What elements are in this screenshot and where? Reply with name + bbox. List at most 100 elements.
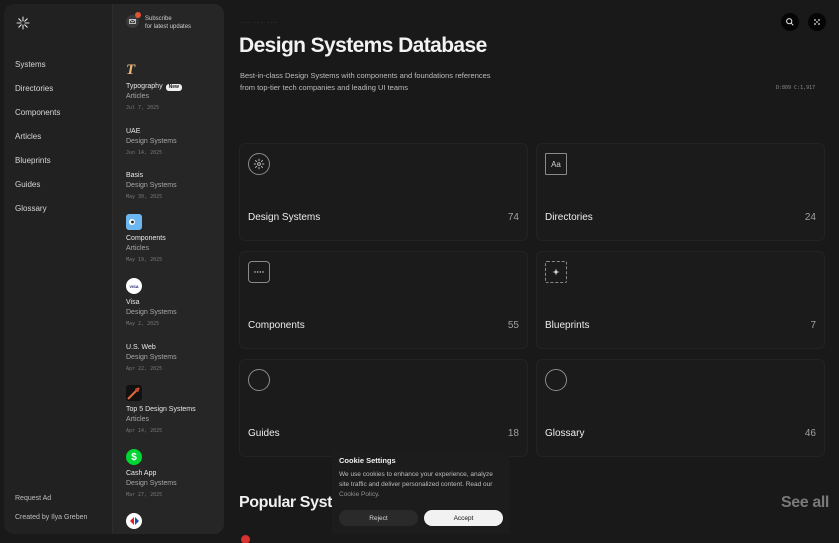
feed-date: Apr 14, 2025 [126,428,163,434]
feed-item-uae[interactable]: UAE Design Systems Jun 14, 2025 [126,127,221,159]
sparkle-icon [545,261,567,283]
subscribe-button[interactable]: Subscribe for latest updates [126,12,191,31]
page-title: Design Systems Database [239,34,487,57]
card-guides[interactable]: Guides 18 [239,359,528,457]
dots-icon [248,261,270,283]
sidebar: Systems Directories Components Articles … [4,4,224,534]
components-icon [126,214,142,230]
subscribe-line2: for latest updates [145,24,192,30]
card-count: 7 [810,320,816,331]
card-directories[interactable]: Aa Directories 24 [536,143,825,241]
card-title: Guides [248,428,280,439]
accept-button[interactable]: Accept [424,510,503,526]
feed-item-cashapp[interactable]: $ Cash App Design Systems Mar 27, 2025 [126,449,221,501]
card-components[interactable]: Components 55 [239,251,528,349]
nav-item-blueprints[interactable]: Blueprints [15,156,51,165]
circle-icon [545,369,567,391]
subscribe-text: Subscribe for latest updates [145,15,191,31]
feed-item-visa[interactable]: VISA Visa Design Systems May 2, 2025 [126,278,221,330]
card-count: 18 [507,428,519,439]
nav-item-glossary[interactable]: Glossary [15,204,47,213]
page-description: Best-in-class Design Systems with compon… [240,71,491,92]
nav-item-directories[interactable]: Directories [15,84,53,93]
card-title: Design Systems [248,212,321,223]
cookie-title: Cookie Settings [339,456,396,465]
new-badge: New [165,83,182,91]
mail-icon [126,12,141,28]
search-icon [786,18,794,26]
feed-title: UAE [126,128,141,135]
feed-title: Visa [126,299,140,306]
card-title: Blueprints [545,320,590,331]
visa-logo-icon: VISA [126,278,142,294]
feed-item-usweb[interactable]: U.S. Web Design Systems Apr 22, 2025 [126,343,221,375]
menu-button[interactable] [808,13,826,31]
nav-column: Systems Directories Components Articles … [4,4,112,534]
cashapp-logo-icon: $ [126,449,142,465]
carrefour-logo-icon [126,513,142,529]
popular-row-preview [240,534,340,543]
feed-title-text: Typography [126,83,163,90]
overline: --- --- --- [240,20,278,25]
card-title: Components [248,320,305,331]
card-blueprints[interactable]: Blueprints 7 [536,251,825,349]
card-design-systems[interactable]: Design Systems 74 [239,143,528,241]
stats-readout: D:809 C:1,917 [776,85,816,91]
reject-button[interactable]: Reject [339,510,418,526]
updates-feed: Subscribe for latest updates T Typograph… [112,4,224,534]
feed-title: Components [126,235,166,242]
sun-icon [248,153,270,175]
feed-category: Design Systems [126,480,177,487]
brand-logo-icon [241,535,250,543]
subscribe-line1: Subscribe [145,16,172,22]
feed-date: May 2, 2025 [126,321,160,327]
search-button[interactable] [781,13,799,31]
card-title: Glossary [545,428,585,439]
feed-title: Basis [126,172,144,179]
card-count: 55 [507,320,519,331]
feed-category: Articles [126,93,149,100]
cookie-banner: Cookie Settings We use cookies to enhanc… [332,450,510,534]
nav-item-systems[interactable]: Systems [15,60,46,69]
feed-category: Design Systems [126,138,177,145]
feed-category: Articles [126,245,149,252]
feed-date: May 30, 2025 [126,194,163,200]
feed-title: Typography New [126,82,221,92]
cookie-policy-link[interactable]: Cookie Policy [339,491,378,498]
card-title: Directories [545,212,593,223]
card-count: 24 [804,212,816,223]
feed-title: U.S. Web [126,344,156,351]
nav-item-components[interactable]: Components [15,108,60,117]
grid-icon [814,19,820,25]
feed-title: Cash App [126,470,157,477]
typography-icon: T [126,61,136,78]
feed-item-partial[interactable] [126,513,221,533]
cookie-suffix: . [377,491,380,498]
feed-title: Top 5 Design Systems [126,406,196,413]
feed-item-typography[interactable]: T Typography New Articles Jul 7, 2025 [126,62,221,114]
feed-date: Mar 27, 2025 [126,492,163,498]
page: Systems Directories Components Articles … [0,0,839,543]
feed-item-top5[interactable]: Top 5 Design Systems Articles Apr 14, 20… [126,385,221,437]
feed-category: Design Systems [126,309,177,316]
nav-item-guides[interactable]: Guides [15,180,40,189]
feed-date: Jul 7, 2025 [126,105,160,111]
author-credit-link[interactable]: Created by Ilya Greben [15,514,87,521]
cookie-body: We use cookies to enhance your experienc… [339,471,493,488]
cookie-actions: Reject Accept [339,510,503,526]
cookie-text: We use cookies to enhance your experienc… [339,470,503,500]
top5-thumbnail-icon [126,385,142,401]
card-glossary[interactable]: Glossary 46 [536,359,825,457]
notification-dot [135,12,141,18]
nav-item-articles[interactable]: Articles [15,132,41,141]
request-ad-link[interactable]: Request Ad [15,495,51,502]
feed-category: Articles [126,416,149,423]
feed-category: Design Systems [126,354,177,361]
feed-date: Jun 14, 2025 [126,150,163,156]
see-all-link[interactable]: See all [781,494,829,512]
typeface-icon: Aa [545,153,567,175]
feed-item-basis[interactable]: Basis Design Systems May 30, 2025 [126,171,221,203]
feed-item-components[interactable]: Components Articles May 19, 2025 [126,214,221,266]
logo-icon[interactable] [16,16,30,30]
circle-icon [248,369,270,391]
